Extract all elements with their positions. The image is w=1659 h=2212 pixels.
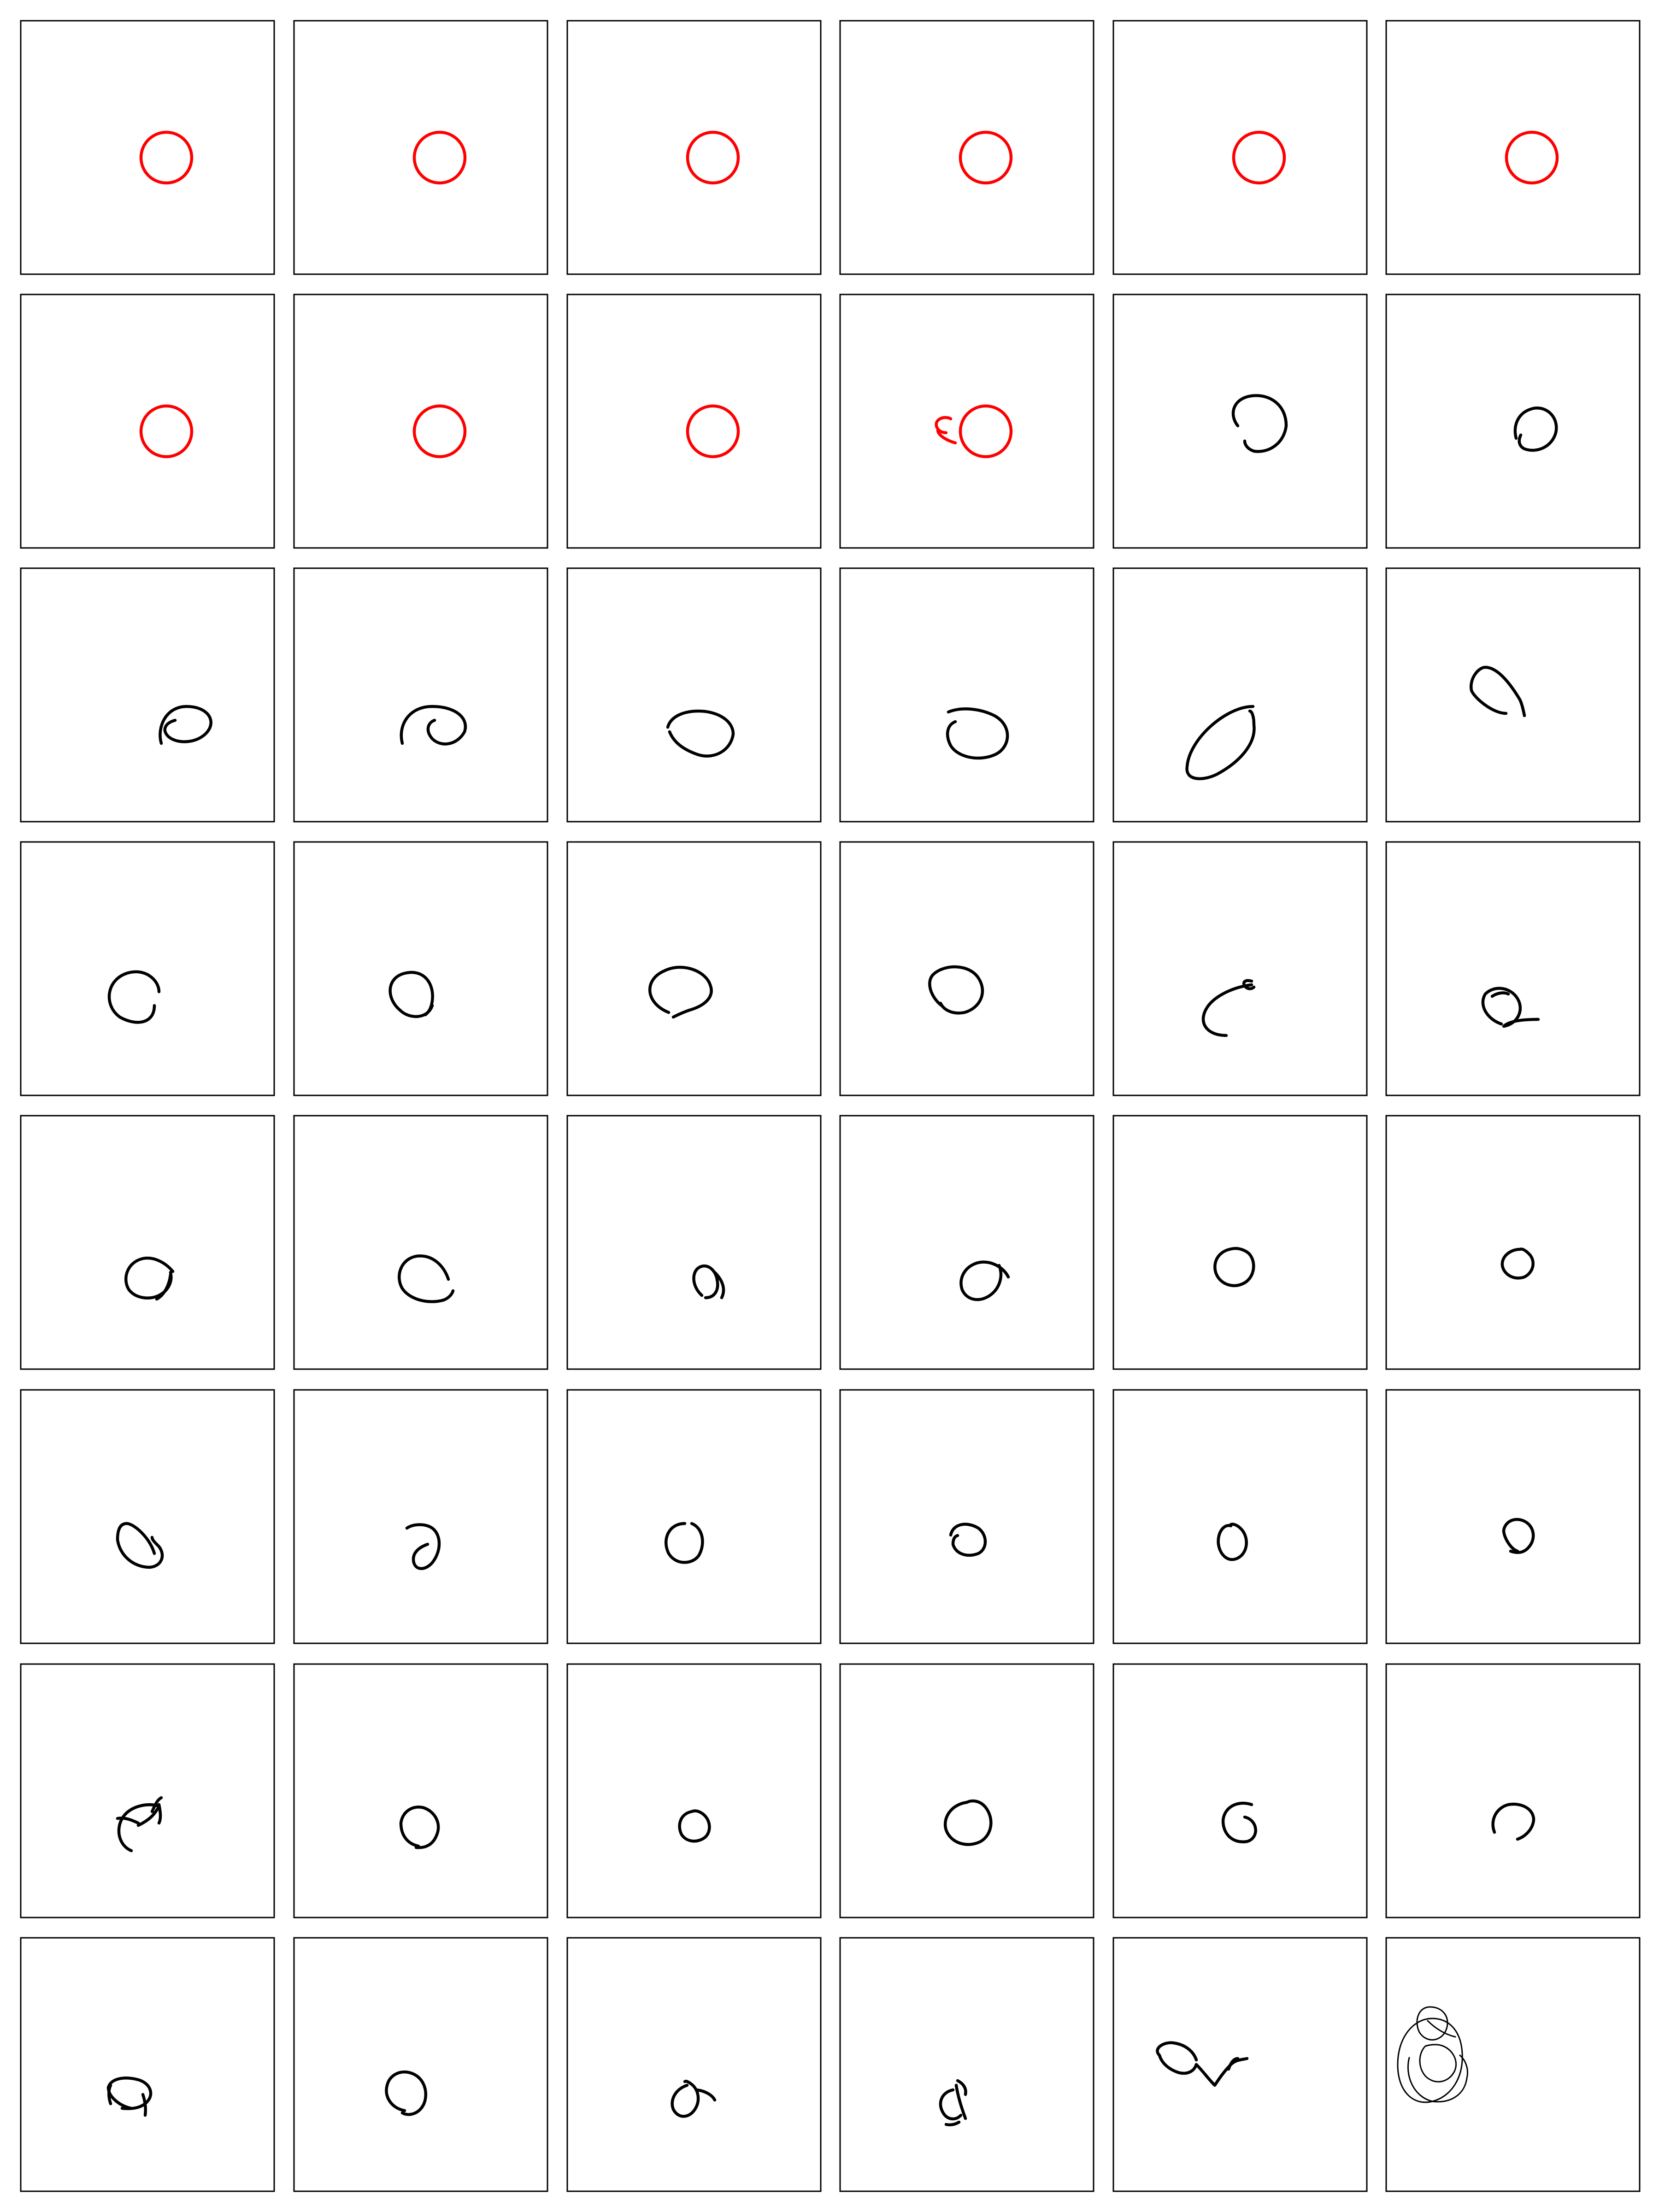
cell-frame [1112,20,1368,275]
drawing-cell-r7-c3 [566,1663,822,1918]
cell-frame [1112,567,1368,823]
cell-frame [20,1389,275,1644]
cell-frame [839,1115,1094,1370]
drawing-cell-r2-c3 [566,294,822,549]
drawing-cell-r2-c1 [20,294,275,549]
cell-frame [1112,294,1368,549]
drawing-cell-r4-c6 [1385,841,1641,1096]
cell-frame [1385,841,1641,1096]
drawing-cell-r6-c6 [1385,1389,1641,1644]
drawing-cell-r3-c4 [839,567,1094,823]
cell-frame [566,1937,822,2192]
drawing-cell-r8-c1 [20,1937,275,2192]
cell-frame [839,1663,1094,1918]
cell-frame [566,1389,822,1644]
drawing-cell-r7-c5 [1112,1663,1368,1918]
drawing-cell-r5-c1 [20,1115,275,1370]
drawing-cell-r5-c5 [1112,1115,1368,1370]
drawing-cell-r3-c1 [20,567,275,823]
drawing-cell-r1-c2 [293,20,548,275]
cell-frame [839,567,1094,823]
drawing-cell-r1-c1 [20,20,275,275]
cell-frame [1112,841,1368,1096]
drawing-cell-r5-c4 [839,1115,1094,1370]
drawing-cell-r4-c3 [566,841,822,1096]
drawing-cell-r1-c4 [839,20,1094,275]
drawing-cell-r1-c5 [1112,20,1368,275]
cell-frame [20,567,275,823]
drawing-cell-r8-c5 [1112,1937,1368,2192]
cell-frame [293,841,548,1096]
drawing-cell-r8-c3 [566,1937,822,2192]
cells-layer [20,20,1641,2192]
drawing-cell-r7-c4 [839,1663,1094,1918]
drawing-cell-r6-c2 [293,1389,548,1644]
cell-frame [293,20,548,275]
drawing-cell-r6-c4 [839,1389,1094,1644]
drawing-cell-r5-c2 [293,1115,548,1370]
drawing-cell-r3-c5 [1112,567,1368,823]
cell-frame [566,1663,822,1918]
drawing-cell-r8-c4 [839,1937,1094,2192]
cell-frame [1112,1663,1368,1918]
drawing-cell-r3-c3 [566,567,822,823]
drawing-cell-r6-c1 [20,1389,275,1644]
circle-drawing-grid [20,20,1641,2192]
cell-frame [1385,567,1641,823]
drawing-cell-r8-c2 [293,1937,548,2192]
cell-frame [1385,294,1641,549]
drawing-cell-r2-c2 [293,294,548,549]
cell-frame [839,1389,1094,1644]
drawing-cell-r4-c5 [1112,841,1368,1096]
cell-frame [566,567,822,823]
cell-frame [20,841,275,1096]
cell-frame [1112,1937,1368,2192]
cell-frame [293,1663,548,1918]
drawing-cell-r3-c6 [1385,567,1641,823]
drawing-cell-r5-c6 [1385,1115,1641,1370]
drawing-cell-r2-c4 [839,294,1094,549]
drawing-cell-r3-c2 [293,567,548,823]
drawing-cell-r5-c3 [566,1115,822,1370]
cell-frame [293,1937,548,2192]
cell-frame [566,294,822,549]
cell-frame [20,1663,275,1918]
cell-frame [293,1389,548,1644]
cell-frame [839,1937,1094,2192]
cell-frame [566,20,822,275]
drawing-cell-r8-c6 [1385,1937,1641,2192]
drawing-cell-r2-c5 [1112,294,1368,549]
cell-frame [20,20,275,275]
cell-frame [293,1115,548,1370]
drawing-cell-r2-c6 [1385,294,1641,549]
cell-frame [839,294,1094,549]
drawing-cell-r6-c5 [1112,1389,1368,1644]
cell-frame [20,1115,275,1370]
drawing-cell-r7-c2 [293,1663,548,1918]
drawing-cell-r1-c6 [1385,20,1641,275]
drawing-cell-r4-c1 [20,841,275,1096]
cell-frame [1385,1389,1641,1644]
drawing-cell-r4-c4 [839,841,1094,1096]
cell-frame [1112,1115,1368,1370]
cell-frame [20,1937,275,2192]
cell-frame [566,1115,822,1370]
drawing-cell-r4-c2 [293,841,548,1096]
hand-drawn-stroke [157,1803,162,1825]
cell-frame [1385,1115,1641,1370]
cell-frame [20,294,275,549]
cell-frame [1112,1389,1368,1644]
cell-frame [1385,20,1641,275]
drawing-cell-r1-c3 [566,20,822,275]
cell-frame [1385,1937,1641,2192]
cell-frame [1385,1663,1641,1918]
cell-frame [293,294,548,549]
drawing-cell-r7-c6 [1385,1663,1641,1918]
cell-frame [293,567,548,823]
drawing-cell-r7-c1 [20,1663,275,1918]
drawing-cell-r6-c3 [566,1389,822,1644]
cell-frame [839,20,1094,275]
